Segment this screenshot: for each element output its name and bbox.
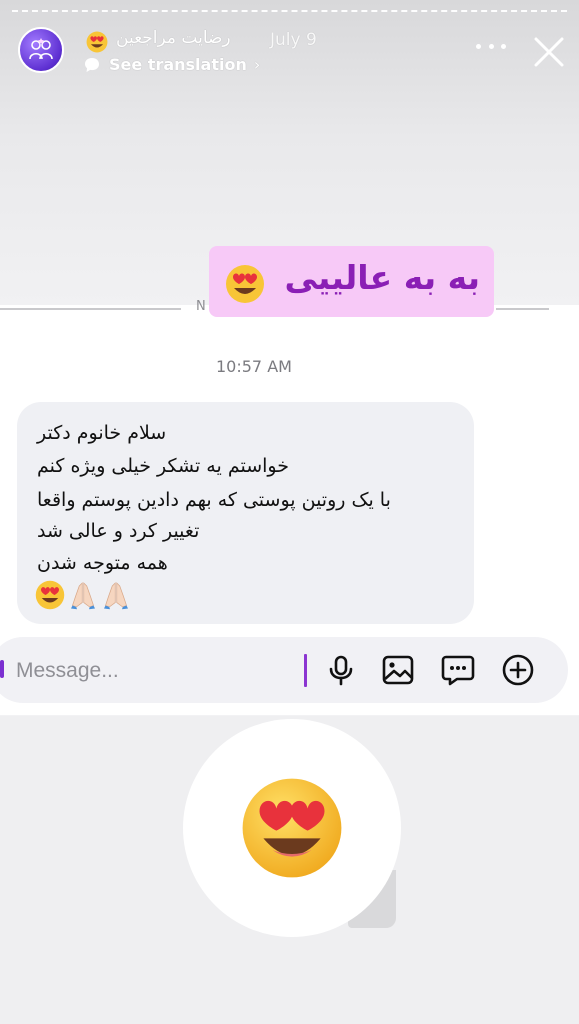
message-input[interactable] (16, 655, 276, 687)
message-line: سلام خانوم دکتر (37, 422, 167, 444)
message-emojis (35, 580, 131, 610)
story-viewer: رضایت مراجعین July 9 See translation › N… (0, 0, 579, 1024)
divider-left (0, 308, 181, 310)
avatar[interactable] (18, 27, 64, 73)
add-icon[interactable] (499, 651, 537, 689)
microphone-icon[interactable] (322, 651, 360, 689)
close-icon[interactable] (532, 35, 566, 69)
folded-hands-icon (71, 582, 95, 610)
sticker-text: به به عالییی (284, 258, 480, 297)
message-bubble[interactable]: سلام خانوم دکتر خواستم یه تشکر خیلی ویژه… (17, 402, 474, 624)
more-dots-icon[interactable] (476, 38, 506, 54)
heart-eyes-emoji-icon (226, 265, 264, 303)
divider-right (496, 308, 549, 310)
gallery-icon[interactable] (379, 651, 417, 689)
chevron-right-icon: › (253, 55, 261, 74)
message-line: خواستم یه تشکر خیلی ویژه کنم (37, 455, 289, 477)
sticker-chat-icon[interactable] (439, 651, 477, 689)
people-logo-icon (29, 38, 53, 60)
account-name[interactable]: رضایت مراجعین (116, 28, 231, 48)
text-sticker[interactable]: به به عالییی (209, 246, 494, 317)
text-caret (304, 654, 307, 687)
folded-hands-icon (104, 582, 128, 610)
story-date: July 9 (270, 30, 317, 50)
heart-eyes-emoji-icon (86, 31, 108, 53)
message-timestamp: 10:57 AM (216, 357, 292, 376)
message-line: تغییر کرد و عالی شد (37, 520, 200, 542)
message-line: همه متوجه شدن (37, 552, 168, 574)
divider-label: N (196, 299, 206, 314)
see-translation-link[interactable]: See translation › (84, 55, 260, 74)
message-line: با یک روتین پوستی که بهم دادین پوستم واق… (37, 489, 391, 511)
story-progress-bar (12, 10, 567, 12)
translation-label: See translation (109, 55, 247, 74)
camera-button-edge[interactable] (0, 660, 4, 678)
heart-eyes-emoji-icon (242, 778, 342, 878)
speech-bubble-icon (85, 57, 99, 72)
heart-eyes-emoji-icon (35, 580, 65, 610)
